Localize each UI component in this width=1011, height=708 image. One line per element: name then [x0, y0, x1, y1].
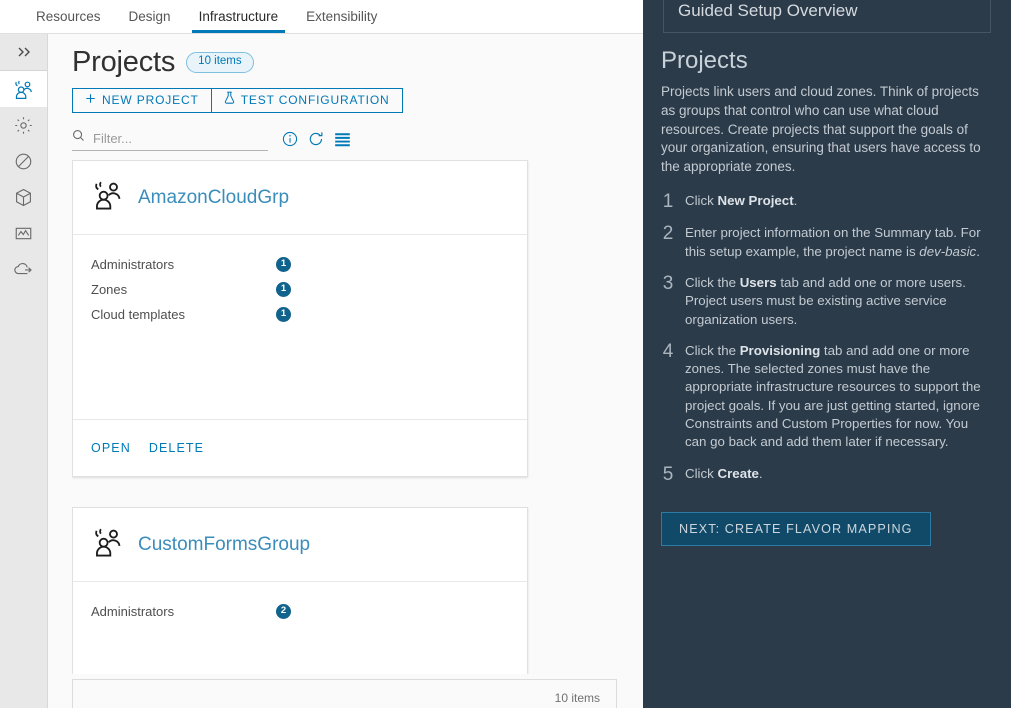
guided-setup-panel-body: Projects Projects link users and cloud z…	[661, 47, 997, 546]
project-card-header: CustomFormsGroup	[73, 508, 527, 582]
guided-setup-panel: Guided Setup Overview Projects Projects …	[643, 0, 1011, 708]
step-number: 4	[662, 340, 674, 362]
page-title: Projects	[72, 46, 176, 78]
project-card-title[interactable]: AmazonCloudGrp	[138, 187, 289, 209]
filter-input-wrapper[interactable]	[72, 127, 268, 151]
nav-tab-resources[interactable]: Resources	[22, 0, 115, 33]
step-text: Click New Project.	[685, 193, 798, 209]
no-entry-icon	[15, 153, 32, 169]
nav-tab-design[interactable]: Design	[115, 0, 185, 33]
stat-label: Administrators	[91, 603, 175, 619]
stat-count-badge: 1	[276, 306, 291, 322]
delete-project-link[interactable]: DELETE	[149, 441, 204, 455]
guided-setup-step: 2 Enter project information on the Summa…	[661, 224, 997, 261]
nav-tab-extensibility[interactable]: Extensibility	[292, 0, 391, 33]
rail-item-policies[interactable]	[0, 143, 47, 179]
flask-icon	[224, 89, 235, 112]
stat-count-badge: 1	[276, 256, 291, 272]
search-icon	[72, 129, 85, 147]
project-card[interactable]: AmazonCloudGrp Administrators 1 Zones 1 …	[72, 160, 528, 477]
gear-icon	[15, 116, 32, 134]
users-group-icon	[15, 80, 32, 99]
test-configuration-button-label: TEST CONFIGURATION	[240, 93, 390, 107]
project-card-title[interactable]: CustomFormsGroup	[138, 534, 310, 556]
plus-icon	[85, 89, 96, 112]
test-configuration-button[interactable]: TEST CONFIGURATION	[210, 88, 403, 113]
guided-setup-panel-title: Guided Setup Overview	[678, 1, 858, 20]
step-number: 5	[662, 463, 674, 485]
guided-setup-section-title: Projects	[661, 47, 748, 74]
new-project-button[interactable]: NEW PROJECT	[72, 88, 211, 113]
next-button-label: NEXT: CREATE FLAVOR MAPPING	[679, 521, 913, 536]
guided-setup-step: 4 Click the Provisioning tab and add one…	[661, 342, 997, 452]
stat-label: Administrators	[91, 256, 175, 272]
stat-count-badge: 1	[276, 281, 291, 297]
footer-item-count: 10 items	[554, 690, 600, 705]
project-card-footer: OPEN DELETE	[73, 419, 527, 476]
toolbar-icon-group	[282, 131, 351, 147]
project-card-stat-row: Administrators 1	[91, 252, 509, 276]
nav-tab-infrastructure[interactable]: Infrastructure	[185, 0, 293, 33]
projects-card-list[interactable]: AmazonCloudGrp Administrators 1 Zones 1 …	[72, 160, 645, 674]
step-text: Click the Users tab and add one or more …	[685, 274, 966, 327]
list-view-icon[interactable]	[334, 132, 351, 147]
open-project-link[interactable]: OPEN	[91, 441, 131, 455]
cloud-arrow-icon	[14, 262, 32, 274]
project-card-header: AmazonCloudGrp	[73, 161, 527, 235]
rail-item-projects[interactable]	[0, 71, 47, 107]
project-card-stat-row: Cloud templates 1	[91, 302, 509, 326]
items-count-badge: 10 items	[186, 52, 254, 73]
step-number: 2	[662, 223, 674, 245]
stat-label: Zones	[91, 281, 128, 297]
step-text: Click the Provisioning tab and add one o…	[685, 342, 981, 450]
refresh-icon[interactable]	[308, 131, 324, 147]
step-number: 1	[662, 191, 674, 213]
next-create-flavor-mapping-button[interactable]: NEXT: CREATE FLAVOR MAPPING	[661, 511, 931, 546]
step-text: Click Create.	[685, 465, 763, 481]
rail-item-onboarding[interactable]	[0, 251, 47, 287]
project-card[interactable]: CustomFormsGroup Administrators 2	[72, 507, 528, 674]
step-text: Enter project information on the Summary…	[685, 225, 981, 259]
project-card-stat-row: Administrators 2	[91, 599, 509, 623]
stat-count-badge: 2	[276, 603, 291, 619]
guided-setup-step: 5 Click Create.	[661, 465, 997, 484]
stat-label: Cloud templates	[91, 306, 185, 322]
rail-item-configuration[interactable]	[0, 107, 47, 143]
info-icon[interactable]	[282, 131, 298, 147]
filter-input[interactable]	[91, 129, 255, 147]
rail-item-resources[interactable]	[0, 179, 47, 215]
activity-chart-icon	[15, 227, 32, 239]
project-card-stat-row: Zones 1	[91, 277, 509, 301]
left-icon-rail	[0, 34, 48, 708]
guided-setup-step: 3 Click the Users tab and add one or mor…	[661, 274, 997, 329]
guided-setup-step: 1 Click New Project.	[661, 192, 997, 211]
chevron-double-right-icon	[18, 47, 30, 57]
new-project-button-label: NEW PROJECT	[102, 93, 199, 107]
users-group-icon	[91, 527, 124, 562]
cube-icon	[16, 188, 31, 206]
rail-item-activity[interactable]	[0, 215, 47, 251]
project-card-body: Administrators 2	[73, 582, 527, 674]
list-footer-bar: 10 items	[72, 679, 617, 708]
users-group-icon	[91, 180, 124, 215]
step-number: 3	[662, 272, 674, 294]
rail-expand-button[interactable]	[0, 34, 47, 71]
project-card-body: Administrators 1 Zones 1 Cloud templates…	[73, 235, 527, 419]
guided-setup-intro-text: Projects link users and cloud zones. Thi…	[661, 84, 981, 174]
